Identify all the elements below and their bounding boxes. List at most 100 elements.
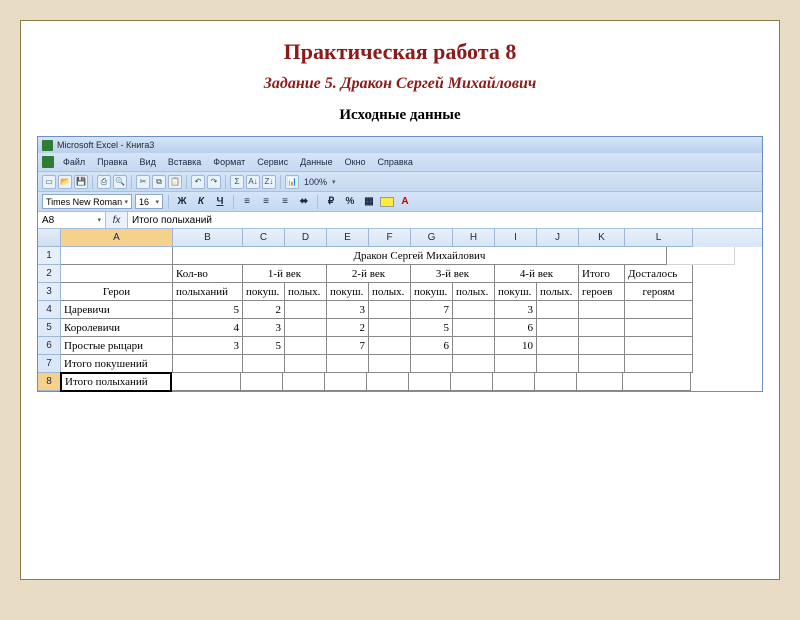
column-header[interactable]: L (625, 229, 693, 247)
cell[interactable] (325, 373, 367, 391)
row-header[interactable]: 7 (38, 355, 60, 373)
borders-icon[interactable]: ▦ (361, 194, 377, 209)
cell[interactable]: Итого покушений (61, 355, 173, 373)
menu-tools[interactable]: Сервис (252, 156, 293, 168)
cell[interactable] (453, 301, 495, 319)
column-header[interactable]: J (537, 229, 579, 247)
chart-icon[interactable]: 📊 (285, 175, 299, 189)
cell[interactable] (495, 355, 537, 373)
cell[interactable] (283, 373, 325, 391)
column-header[interactable]: C (243, 229, 285, 247)
cell[interactable] (579, 301, 625, 319)
cell[interactable] (493, 373, 535, 391)
cell[interactable] (285, 301, 327, 319)
cell[interactable]: полыханий (173, 283, 243, 301)
select-all-button[interactable] (38, 229, 60, 247)
cell[interactable] (577, 373, 623, 391)
new-icon[interactable]: ▭ (42, 175, 56, 189)
chevron-down-icon[interactable]: ▾ (332, 178, 336, 186)
cell[interactable] (537, 301, 579, 319)
cell[interactable]: 1-й век (243, 265, 327, 283)
cell[interactable]: 4-й век (495, 265, 579, 283)
cell[interactable] (285, 319, 327, 337)
column-header[interactable]: F (369, 229, 411, 247)
cell[interactable] (369, 355, 411, 373)
cell[interactable] (411, 355, 453, 373)
cell[interactable]: 3 (327, 301, 369, 319)
cell[interactable]: 7 (411, 301, 453, 319)
cell[interactable] (327, 355, 369, 373)
cell[interactable]: 6 (411, 337, 453, 355)
autosum-icon[interactable]: Σ (230, 175, 244, 189)
cell[interactable] (285, 355, 327, 373)
cell[interactable]: 5 (411, 319, 453, 337)
cell[interactable] (173, 355, 243, 373)
cell[interactable] (537, 337, 579, 355)
sort-desc-icon[interactable]: Z↓ (262, 175, 276, 189)
row-header[interactable]: 8 (38, 373, 60, 391)
row-header[interactable]: 3 (38, 283, 60, 301)
cell[interactable]: Герои (61, 283, 173, 301)
cell[interactable]: полых. (369, 283, 411, 301)
cell[interactable]: покуш. (243, 283, 285, 301)
cell[interactable]: героям (625, 283, 693, 301)
cell[interactable]: 2 (327, 319, 369, 337)
cell[interactable] (667, 247, 735, 265)
cell[interactable]: покуш. (495, 283, 537, 301)
row-header[interactable]: 2 (38, 265, 60, 283)
currency-icon[interactable]: ₽ (323, 194, 339, 209)
cell[interactable] (367, 373, 409, 391)
cell[interactable] (625, 337, 693, 355)
cell[interactable] (61, 265, 173, 283)
paste-icon[interactable]: 📋 (168, 175, 182, 189)
menu-insert[interactable]: Вставка (163, 156, 206, 168)
cell[interactable]: Царевичи (61, 301, 173, 319)
percent-icon[interactable]: % (342, 194, 358, 209)
column-header[interactable]: K (579, 229, 625, 247)
cell[interactable] (453, 319, 495, 337)
cell[interactable]: Кол-во (173, 265, 243, 283)
name-box[interactable]: A8 ▾ (38, 212, 106, 228)
cell[interactable] (285, 337, 327, 355)
column-header[interactable]: D (285, 229, 327, 247)
menu-edit[interactable]: Правка (92, 156, 132, 168)
column-header[interactable]: E (327, 229, 369, 247)
cell[interactable]: полых. (453, 283, 495, 301)
print-icon[interactable]: ⎙ (97, 175, 111, 189)
cell[interactable]: 3 (173, 337, 243, 355)
cell[interactable] (243, 355, 285, 373)
font-name-select[interactable]: Times New Roman ▾ (42, 194, 132, 209)
cell[interactable] (369, 337, 411, 355)
menu-view[interactable]: Вид (135, 156, 161, 168)
cell[interactable]: 3 (495, 301, 537, 319)
font-color-icon[interactable]: A (397, 194, 413, 209)
row-header[interactable]: 6 (38, 337, 60, 355)
align-left-icon[interactable]: ≡ (239, 194, 255, 209)
cell[interactable] (625, 319, 693, 337)
cell-active[interactable]: Итого полыханий (60, 372, 172, 392)
cell[interactable]: 10 (495, 337, 537, 355)
cell[interactable] (409, 373, 451, 391)
cell[interactable]: 5 (243, 337, 285, 355)
align-right-icon[interactable]: ≡ (277, 194, 293, 209)
formula-input[interactable] (128, 212, 762, 228)
cell[interactable] (61, 247, 173, 265)
cell[interactable] (171, 373, 241, 391)
cell[interactable]: полых. (537, 283, 579, 301)
undo-icon[interactable]: ↶ (191, 175, 205, 189)
cell[interactable]: Простые рыцари (61, 337, 173, 355)
cut-icon[interactable]: ✂ (136, 175, 150, 189)
row-header[interactable]: 5 (38, 319, 60, 337)
cell[interactable]: 7 (327, 337, 369, 355)
fill-color-icon[interactable] (380, 197, 394, 207)
menu-window[interactable]: Окно (340, 156, 371, 168)
font-size-select[interactable]: 16 ▾ (135, 194, 163, 209)
cell[interactable] (369, 301, 411, 319)
redo-icon[interactable]: ↷ (207, 175, 221, 189)
cell[interactable]: 2 (243, 301, 285, 319)
merge-icon[interactable]: ⬌ (296, 194, 312, 209)
cell[interactable] (579, 319, 625, 337)
bold-icon[interactable]: Ж (174, 194, 190, 209)
open-icon[interactable]: 📂 (58, 175, 72, 189)
underline-icon[interactable]: Ч (212, 194, 228, 209)
